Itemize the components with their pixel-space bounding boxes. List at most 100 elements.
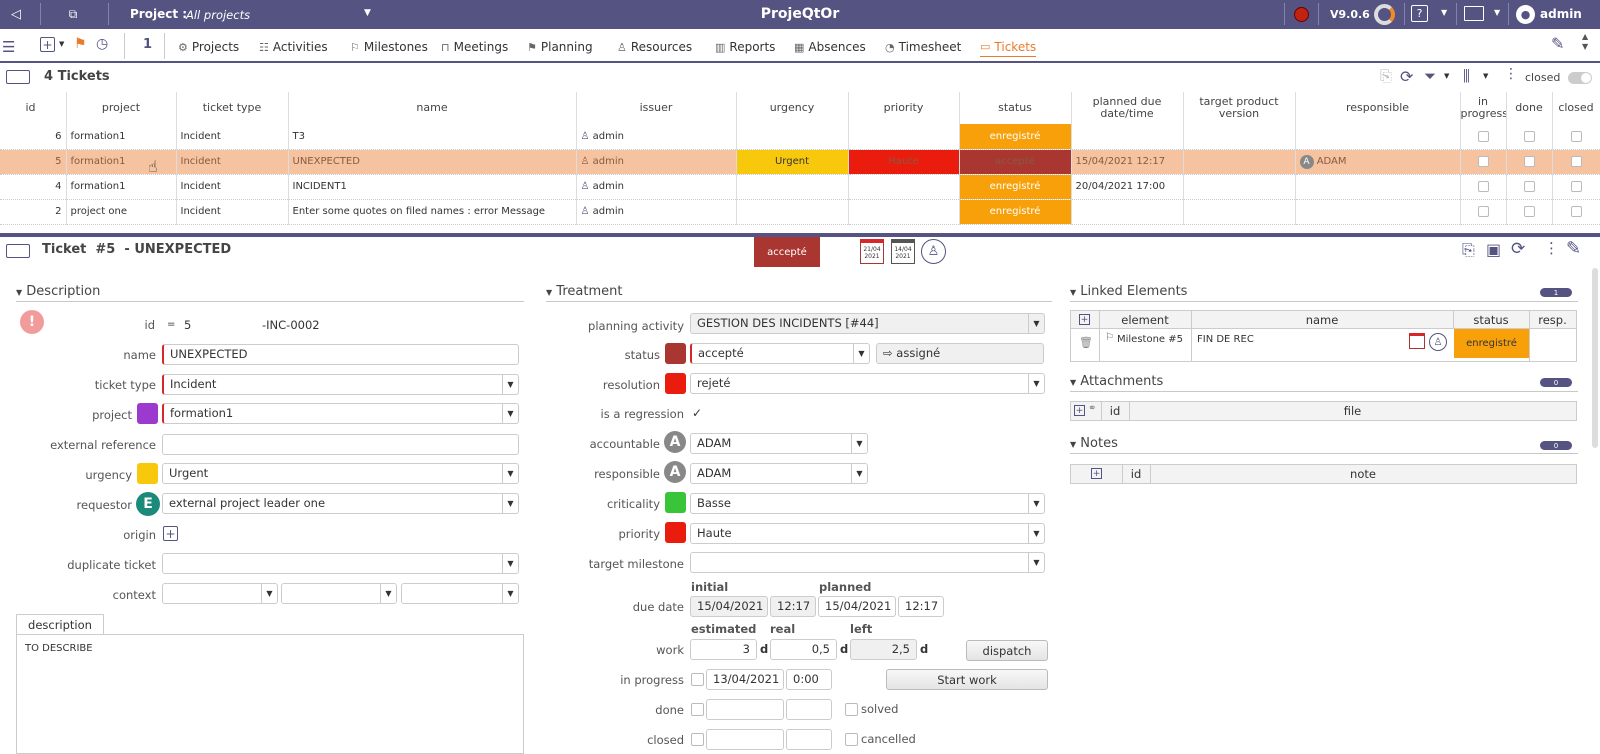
add-origin-icon[interactable]: +: [163, 526, 178, 541]
menu-item-absences[interactable]: ▦ Absences: [794, 37, 866, 57]
table-row[interactable]: 2 project one Incident Enter some quotes…: [0, 199, 1600, 225]
help-dropdown-icon[interactable]: ▼: [1441, 8, 1447, 17]
menu-item-timesheet[interactable]: ◔ Timesheet: [885, 37, 961, 57]
duplicate-ticket-select[interactable]: ▼: [162, 553, 519, 574]
user-name[interactable]: admin: [1540, 7, 1582, 21]
calendar-icon[interactable]: 21/04 2021: [860, 239, 884, 264]
more-menu-icon[interactable]: ⋮: [1544, 239, 1559, 257]
screen-count[interactable]: 1: [143, 37, 152, 52]
dispatch-button[interactable]: dispatch: [966, 640, 1048, 661]
user-group-icon[interactable]: ♙: [1429, 333, 1447, 351]
urgency-select[interactable]: Urgent ▼: [162, 463, 519, 484]
detail-scrollbar[interactable]: [1592, 268, 1598, 448]
attachments-section-title[interactable]: ▼ Attachments: [1070, 374, 1578, 392]
responsible-select[interactable]: ADAM ▼: [690, 463, 868, 484]
col-planned-due[interactable]: planned due date/time: [1071, 92, 1184, 124]
status-select[interactable]: accepté ▼: [690, 343, 870, 364]
in-progress-date-field[interactable]: 13/04/2021: [706, 669, 784, 690]
copy-icon[interactable]: ⎘: [1462, 240, 1475, 260]
done-time-field[interactable]: [786, 699, 832, 720]
target-milestone-select[interactable]: ▼: [690, 552, 1045, 573]
calendar-icon[interactable]: 14/04 2021: [891, 239, 915, 264]
new-item-dropdown-icon[interactable]: ▼: [59, 40, 64, 48]
more-menu-icon[interactable]: ⋮: [1504, 66, 1518, 82]
monitor-icon[interactable]: [1464, 6, 1484, 21]
col-id[interactable]: id: [0, 92, 67, 124]
menu-item-reports[interactable]: ▥ Reports: [715, 37, 775, 57]
collapse-left-icon[interactable]: ◁: [8, 5, 24, 23]
columns-dropdown-icon[interactable]: ▼: [1483, 72, 1488, 80]
edit-pencil-icon[interactable]: ✎: [1551, 34, 1564, 53]
regression-checkbox[interactable]: ✓: [690, 406, 704, 420]
name-field[interactable]: UNEXPECTED: [162, 344, 519, 365]
menu-item-milestones[interactable]: ⚐ Milestones: [350, 37, 428, 57]
display-dropdown-icon[interactable]: ▼: [1494, 8, 1500, 17]
columns-icon[interactable]: ⫼: [1463, 67, 1470, 85]
menu-item-meetings[interactable]: ⊓ Meetings: [441, 37, 508, 57]
project-selector-value[interactable]: All projects: [186, 8, 250, 22]
add-link-icon[interactable]: +: [1079, 314, 1090, 325]
closed-time-field[interactable]: [786, 729, 832, 750]
menu-item-projects[interactable]: ⚙ Projects: [178, 37, 239, 57]
user-avatar-icon[interactable]: ●: [1516, 5, 1535, 24]
col-urgency[interactable]: urgency: [736, 92, 849, 124]
window-switch-icon[interactable]: ⧉: [64, 6, 82, 22]
copy-icon[interactable]: ⎘: [1380, 67, 1392, 85]
closed-toggle[interactable]: [1568, 72, 1592, 84]
col-project[interactable]: project: [66, 92, 177, 124]
description-editor[interactable]: TO DESCRIBE: [16, 634, 524, 754]
start-work-button[interactable]: Start work: [886, 669, 1048, 690]
closed-checkbox[interactable]: [691, 733, 704, 746]
requestor-select[interactable]: external project leader one ▼: [162, 493, 519, 514]
in-progress-checkbox[interactable]: [691, 673, 704, 686]
menu-item-resources[interactable]: ♙ Resources: [617, 37, 692, 57]
table-row-selected[interactable]: 5 formation1 Incident UNEXPECTED ♙ admin…: [0, 148, 1600, 175]
paperclip-icon[interactable]: ✎: [1566, 238, 1581, 259]
col-ticket-type[interactable]: ticket type: [176, 92, 289, 124]
refresh-icon[interactable]: ⟳: [1400, 67, 1413, 86]
done-checkbox[interactable]: [691, 703, 704, 716]
col-target-version[interactable]: target product version: [1183, 92, 1296, 124]
filter-icon[interactable]: ⏷: [1424, 67, 1436, 85]
save-icon[interactable]: ▣: [1486, 240, 1501, 259]
delete-icon[interactable]: 🗑: [1079, 336, 1093, 349]
col-closed[interactable]: closed: [1552, 92, 1600, 124]
menu-item-activities[interactable]: ☷ Activities: [259, 37, 328, 57]
col-done[interactable]: done: [1506, 92, 1553, 124]
menu-toggle-icon[interactable]: ☰: [2, 38, 15, 56]
ticket-type-select[interactable]: Incident ▼: [162, 374, 519, 395]
linked-element-row[interactable]: 🗑 ⚐ Milestone #5 FIN DE REC ♙ enregistré: [1071, 329, 1576, 361]
work-estimated-field[interactable]: 3: [690, 639, 757, 660]
closed-date-field[interactable]: [706, 729, 784, 750]
cancelled-checkbox[interactable]: [845, 733, 858, 746]
new-item-icon[interactable]: +: [40, 37, 55, 52]
link-icon[interactable]: ⚭: [1088, 403, 1096, 414]
description-section-title[interactable]: ▼ Description: [16, 284, 524, 302]
work-left-field[interactable]: 2,5: [850, 639, 917, 660]
refresh-icon[interactable]: ⟳: [1511, 239, 1525, 259]
menu-item-tickets[interactable]: ▭ Tickets: [980, 37, 1037, 57]
col-in-progress[interactable]: in progress: [1460, 92, 1507, 124]
planned-due-time-field[interactable]: 12:17: [898, 596, 944, 617]
context-select-1[interactable]: ▼: [162, 583, 278, 604]
context-select-3[interactable]: ▼: [401, 583, 519, 604]
work-real-field[interactable]: 0,5: [770, 639, 837, 660]
context-select-2[interactable]: ▼: [281, 583, 397, 604]
col-status[interactable]: status: [959, 92, 1072, 124]
bookmark-icon[interactable]: ⚑: [74, 36, 87, 52]
filter-dropdown-icon[interactable]: ▼: [1444, 72, 1449, 80]
external-reference-field[interactable]: [162, 434, 519, 455]
accountable-select[interactable]: ADAM ▼: [690, 433, 868, 454]
help-icon[interactable]: ?: [1411, 5, 1428, 22]
project-select[interactable]: formation1 ▼: [162, 403, 519, 424]
col-responsible[interactable]: responsible: [1295, 92, 1461, 124]
planning-activity-select[interactable]: GESTION DES INCIDENTS [#44] ▼: [690, 313, 1045, 334]
initial-due-time-field[interactable]: 12:17: [770, 596, 816, 617]
menu-scroll-icon[interactable]: ▲ ▼: [1582, 32, 1588, 52]
col-priority[interactable]: priority: [848, 92, 960, 124]
planned-due-date-field[interactable]: 15/04/2021: [818, 596, 896, 617]
done-date-field[interactable]: [706, 699, 784, 720]
tab-description[interactable]: description: [16, 614, 104, 635]
calendar-icon[interactable]: [1409, 333, 1425, 349]
record-indicator-icon[interactable]: [1294, 7, 1309, 22]
